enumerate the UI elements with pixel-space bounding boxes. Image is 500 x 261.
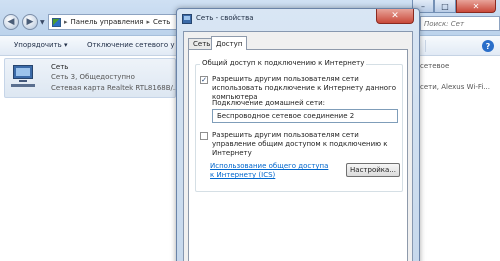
allow-sharing-checkbox[interactable]: ✓: [200, 76, 208, 84]
breadcrumb-separator-icon[interactable]: ▸: [64, 18, 68, 26]
address-box[interactable]: ▸ Панель управления ▸ Сеть: [48, 14, 182, 30]
ics-groupbox: Общий доступ к подключению к Интернету ✓…: [195, 59, 403, 192]
second-connection-text: сетевое: [420, 62, 450, 70]
properties-dialog: Сеть - свойства ✕ Сеть Доступ Общий дост…: [176, 8, 420, 261]
help-icon[interactable]: ?: [482, 40, 494, 52]
search-input[interactable]: Поиск: Сет: [420, 16, 500, 31]
disconnect-device-button[interactable]: Отключение сетевого у: [87, 41, 175, 49]
connection-status: Сеть 3, Общедоступно: [51, 73, 135, 81]
network-icon: [182, 14, 192, 24]
ics-help-link[interactable]: Использование общего доступа к Интернету…: [210, 162, 334, 180]
allow-control-checkbox[interactable]: [200, 132, 208, 140]
connection-name: Сеть: [51, 63, 69, 71]
view-options-button[interactable]: [425, 40, 443, 52]
groupbox-title: Общий доступ к подключению к Интернету: [200, 59, 367, 67]
forward-button[interactable]: ▶: [22, 14, 38, 30]
control-panel-icon: [52, 17, 61, 27]
network-connection-item[interactable]: Сеть Сеть 3, Общедоступно Сетевая карта …: [4, 58, 180, 98]
close-button[interactable]: ✕: [456, 0, 496, 13]
dialog-titlebar[interactable]: Сеть - свойства ✕: [177, 9, 419, 29]
connection-adapter: Сетевая карта Realtek RTL8168B/...: [51, 84, 180, 92]
forward-arrow-icon: ▶: [26, 16, 34, 27]
dialog-title: Сеть - свойства: [196, 14, 254, 22]
tab-sharing[interactable]: Доступ: [211, 36, 248, 50]
home-network-label: Подключение домашней сети:: [212, 99, 325, 107]
allow-sharing-label[interactable]: Разрешить другим пользователям сети испо…: [212, 75, 398, 102]
breadcrumb-network[interactable]: Сеть: [153, 18, 170, 26]
network-adapter-icon: [11, 65, 35, 87]
home-network-field[interactable]: Беспроводное сетевое соединение 2: [212, 109, 398, 123]
settings-button[interactable]: Настройка...: [346, 163, 400, 177]
second-connection-status: сети, Alexus Wi-Fi...: [420, 83, 490, 91]
dialog-client-area: Сеть Доступ Общий доступ к подключению к…: [183, 31, 413, 261]
dialog-close-button[interactable]: ✕: [376, 9, 414, 24]
history-dropdown-icon[interactable]: ▼: [40, 19, 45, 26]
breadcrumb-separator-icon[interactable]: ▸: [146, 18, 150, 26]
organize-button[interactable]: Упорядочить ▾: [14, 41, 68, 49]
breadcrumb-control-panel[interactable]: Панель управления: [71, 18, 144, 26]
sharing-tab-panel: Общий доступ к подключению к Интернету ✓…: [188, 49, 408, 261]
maximize-button[interactable]: □: [434, 0, 456, 13]
back-button[interactable]: ◀: [3, 14, 19, 30]
back-arrow-icon: ◀: [7, 16, 15, 27]
allow-control-label[interactable]: Разрешить другим пользователям сети упра…: [212, 131, 398, 158]
